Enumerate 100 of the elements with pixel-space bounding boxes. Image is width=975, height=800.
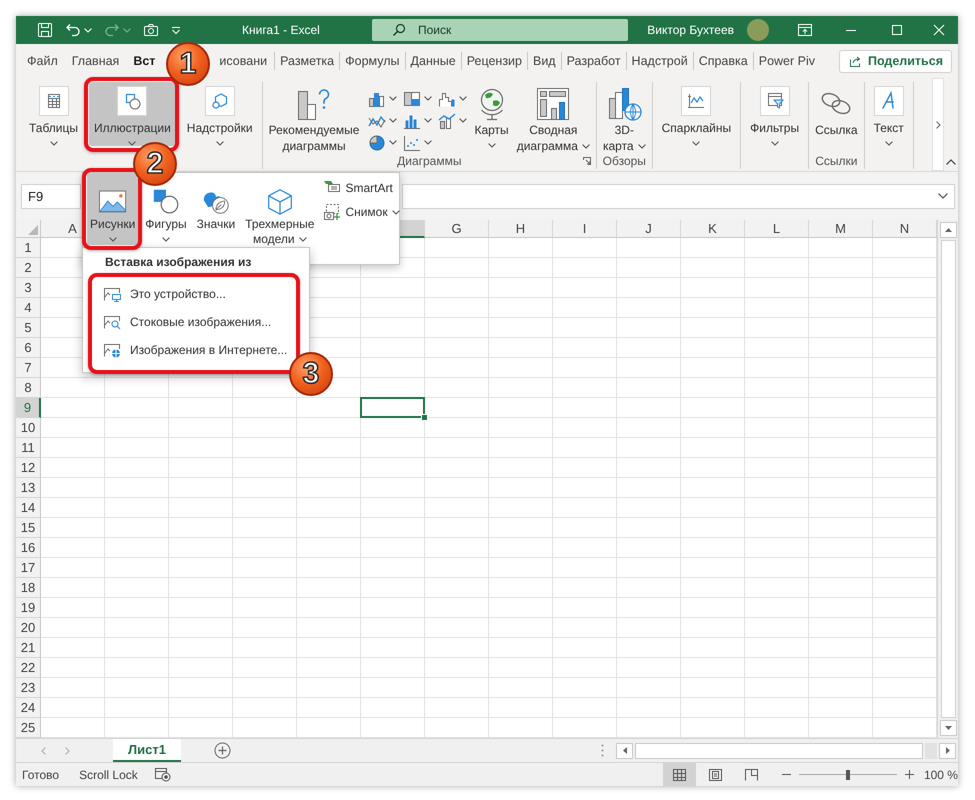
column-header[interactable]: H bbox=[489, 220, 553, 238]
row-header[interactable]: 22 bbox=[16, 658, 41, 678]
scroll-left-button[interactable] bbox=[616, 742, 633, 758]
caret-icon[interactable] bbox=[938, 193, 948, 199]
shapes-button[interactable]: Фигуры bbox=[142, 188, 190, 245]
undo-icon[interactable] bbox=[65, 22, 81, 38]
ribbon-tab[interactable]: Главная bbox=[64, 52, 126, 70]
recommended-charts-button[interactable]: Рекомендуемые диаграммы bbox=[266, 82, 362, 154]
ribbon-tab[interactable]: Разработ bbox=[560, 52, 626, 70]
collapse-ribbon-icon[interactable] bbox=[946, 159, 956, 165]
column-header[interactable]: M bbox=[809, 220, 873, 238]
formula-input[interactable] bbox=[402, 184, 955, 208]
sheet-tab[interactable]: Лист1 bbox=[113, 739, 181, 762]
row-header[interactable]: 18 bbox=[16, 578, 41, 598]
row-header[interactable]: 12 bbox=[16, 458, 41, 478]
row-header[interactable]: 13 bbox=[16, 478, 41, 498]
row-header[interactable]: 3 bbox=[16, 278, 41, 298]
group-label: Обзоры bbox=[602, 154, 646, 168]
row-header[interactable]: 21 bbox=[16, 638, 41, 658]
row-header[interactable]: 9 bbox=[16, 398, 41, 418]
row-header[interactable]: 20 bbox=[16, 618, 41, 638]
row-header[interactable]: 2 bbox=[16, 258, 41, 278]
ribbon-tab[interactable]: Данные bbox=[404, 52, 461, 70]
scroll-thumb[interactable] bbox=[635, 742, 923, 758]
screenshot-button[interactable]: Снимок bbox=[321, 201, 402, 223]
row-header[interactable]: 4 bbox=[16, 298, 41, 318]
row-header[interactable]: 16 bbox=[16, 538, 41, 558]
name-box[interactable]: F9 bbox=[21, 184, 81, 208]
3d-map-button[interactable]: 3D- карта bbox=[600, 82, 648, 154]
column-header[interactable]: K bbox=[681, 220, 745, 238]
grid-icon bbox=[672, 768, 688, 782]
maps-button[interactable]: Карты bbox=[472, 82, 511, 148]
vertical-dots-icon[interactable] bbox=[601, 744, 604, 757]
filters-button[interactable]: Фильтры bbox=[745, 82, 804, 146]
illustrations-button[interactable]: Иллюстрации bbox=[89, 82, 176, 146]
share-button[interactable]: Поделиться bbox=[838, 50, 952, 72]
smartart-button[interactable]: SmartArt bbox=[321, 177, 402, 199]
column-header[interactable]: G bbox=[425, 220, 489, 238]
macro-record-icon[interactable] bbox=[154, 767, 171, 782]
row-header[interactable]: 24 bbox=[16, 698, 41, 718]
row-header[interactable]: 14 bbox=[16, 498, 41, 518]
ribbon-tab[interactable]: Power Piv bbox=[752, 52, 820, 70]
customize-icon[interactable] bbox=[171, 25, 181, 35]
row-header[interactable]: 1 bbox=[16, 238, 41, 258]
ribbon-tab[interactable]: Надстрой bbox=[626, 52, 693, 70]
icons-button[interactable]: Значки bbox=[194, 188, 238, 245]
ribbon-tab[interactable]: Вид bbox=[526, 52, 561, 70]
row-header[interactable]: 19 bbox=[16, 598, 41, 618]
ribbon-tab[interactable]: Формулы bbox=[339, 52, 405, 70]
close-icon[interactable] bbox=[933, 24, 945, 36]
normal-view-button[interactable] bbox=[662, 763, 696, 786]
row-header[interactable]: 10 bbox=[16, 418, 41, 438]
treemap-chart-icon bbox=[402, 90, 422, 108]
text-button[interactable]: Текст bbox=[868, 82, 909, 146]
picture-monitor-icon bbox=[103, 286, 121, 302]
fill-handle[interactable] bbox=[421, 414, 428, 421]
ribbon-tab[interactable]: Рецензир bbox=[460, 52, 527, 70]
camera-icon[interactable] bbox=[143, 23, 159, 37]
row-header[interactable]: 25 bbox=[16, 718, 41, 738]
selected-cell[interactable] bbox=[360, 397, 425, 418]
scroll-right-button[interactable] bbox=[939, 742, 956, 758]
ribbon-tab[interactable]: Вст bbox=[126, 52, 162, 70]
menu-item[interactable]: Стоковые изображения... bbox=[83, 308, 309, 336]
row-header[interactable]: 8 bbox=[16, 378, 41, 398]
column-header[interactable]: L bbox=[745, 220, 809, 238]
scroll-up-button[interactable] bbox=[940, 222, 956, 238]
dialog-launcher-icon[interactable] bbox=[582, 156, 592, 166]
pictures-button[interactable]: Рисунки bbox=[87, 173, 138, 245]
3d-models-button[interactable]: Трехмерные модели bbox=[242, 188, 318, 245]
page-break-icon bbox=[744, 768, 759, 782]
user-name[interactable]: Виктор Бухтеев bbox=[647, 23, 734, 37]
row-header[interactable]: 23 bbox=[16, 678, 41, 698]
row-header[interactable]: 17 bbox=[16, 558, 41, 578]
search-field[interactable]: Поиск bbox=[372, 19, 628, 41]
sparklines-button[interactable]: Спарклайны bbox=[656, 82, 736, 146]
add-sheet-icon[interactable] bbox=[214, 742, 231, 759]
ribbon-tab[interactable]: исовани bbox=[212, 52, 274, 70]
column-header[interactable]: I bbox=[553, 220, 617, 238]
row-header[interactable]: 15 bbox=[16, 518, 41, 538]
pivot-chart-button[interactable]: Сводная диаграмма bbox=[514, 82, 592, 154]
ribbon-tab[interactable]: Файл bbox=[20, 52, 65, 70]
ribbon-tab[interactable]: Справка bbox=[692, 52, 753, 70]
row-header[interactable]: 7 bbox=[16, 358, 41, 378]
column-header[interactable]: J bbox=[617, 220, 681, 238]
row-header[interactable]: 11 bbox=[16, 438, 41, 458]
ribbon-display-icon[interactable] bbox=[797, 23, 813, 37]
zoom-level-text[interactable]: 100 % bbox=[924, 768, 958, 782]
scroll-thumb[interactable] bbox=[940, 240, 956, 718]
zoom-slider-thumb[interactable] bbox=[846, 770, 850, 780]
row-header[interactable]: 6 bbox=[16, 338, 41, 358]
tables-button[interactable]: Таблицы bbox=[24, 82, 84, 146]
menu-item[interactable]: Это устройство... bbox=[83, 280, 309, 308]
column-header[interactable]: N bbox=[873, 220, 937, 238]
zoom-in-icon[interactable] bbox=[904, 770, 914, 779]
save-icon[interactable] bbox=[37, 22, 53, 38]
link-button[interactable]: Ссылка bbox=[813, 82, 860, 138]
ribbon-tab[interactable]: Разметка bbox=[274, 52, 340, 70]
scroll-down-button[interactable] bbox=[940, 720, 956, 736]
row-header[interactable]: 5 bbox=[16, 318, 41, 338]
maximize-icon[interactable] bbox=[891, 24, 903, 36]
